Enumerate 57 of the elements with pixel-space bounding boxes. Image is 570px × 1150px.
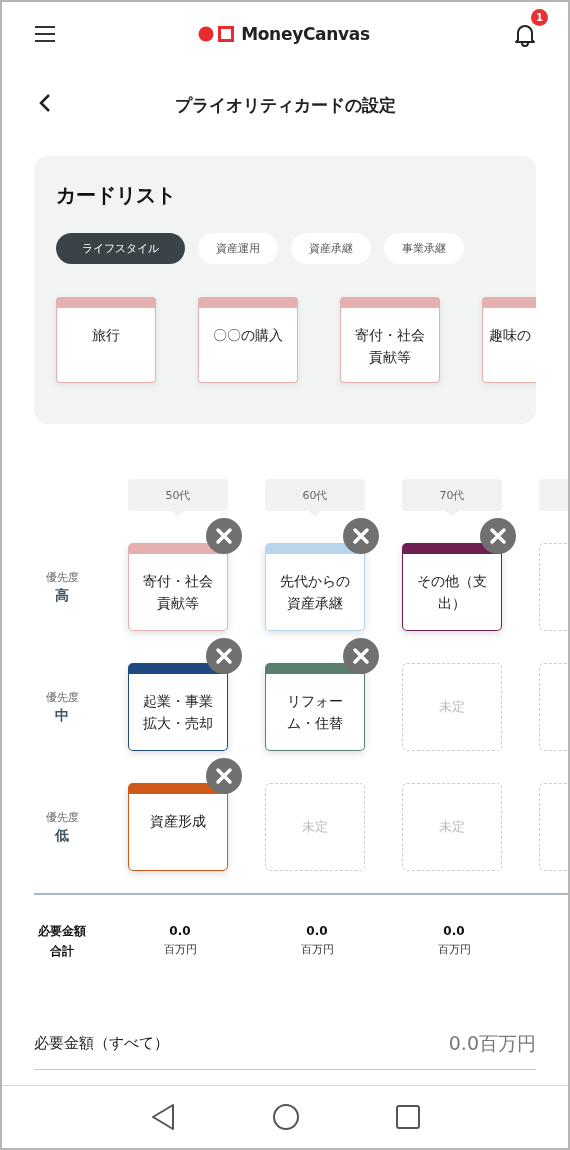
grand-total-value: 0.0百万円 xyxy=(448,1030,536,1056)
menu-icon[interactable] xyxy=(34,25,56,43)
priority-card[interactable]: その他（支出） xyxy=(402,543,502,631)
priority-card[interactable]: 起業・事業拡大・売却 xyxy=(128,663,228,751)
total-unit: 百万円 xyxy=(437,941,471,958)
nav-recents-button[interactable] xyxy=(396,1105,420,1129)
priority-card[interactable]: 寄付・社会貢献等 xyxy=(128,543,228,631)
logo-icon xyxy=(198,26,236,42)
close-icon xyxy=(489,527,507,545)
nav-home-button[interactable] xyxy=(272,1103,300,1131)
home-circle-icon xyxy=(272,1103,300,1131)
close-icon xyxy=(352,647,370,665)
category-tab[interactable]: 資産運用 xyxy=(198,233,278,264)
notification-badge: 1 xyxy=(531,9,548,26)
remove-button[interactable] xyxy=(206,638,242,674)
remove-button[interactable] xyxy=(480,518,516,554)
remove-button[interactable] xyxy=(343,638,379,674)
total-amount: 0.0 xyxy=(169,922,191,940)
life-event-card[interactable]: 寄付・社会貢献等 xyxy=(340,297,440,383)
life-event-card[interactable]: 〇〇の購入 xyxy=(198,297,298,383)
priority-caption: 優先度 xyxy=(45,809,79,825)
remove-button[interactable] xyxy=(343,518,379,554)
total-unit: 百万円 xyxy=(163,941,197,958)
total-unit: 百万円 xyxy=(300,941,334,958)
priority-level: 高 xyxy=(55,586,69,605)
priority-card[interactable]: 先代からの資産承継 xyxy=(265,543,365,631)
close-icon xyxy=(352,527,370,545)
life-event-card[interactable]: 趣味の xyxy=(482,297,536,383)
priority-level: 中 xyxy=(55,706,69,725)
total-amount: 0.0 xyxy=(306,922,328,940)
nav-back-button[interactable] xyxy=(150,1103,176,1131)
page-title: プライオリティカードの設定 xyxy=(174,93,396,117)
triangle-back-icon xyxy=(150,1103,176,1131)
priority-caption: 優先度 xyxy=(45,689,79,705)
priority-caption: 優先度 xyxy=(45,569,79,585)
category-tab[interactable]: 事業承継 xyxy=(384,233,464,264)
age-column-header: 60代 xyxy=(265,479,365,511)
recents-square-icon xyxy=(396,1105,420,1129)
category-tab[interactable]: 資産承継 xyxy=(291,233,371,264)
total-amount: 0.0 xyxy=(443,922,465,940)
close-icon xyxy=(215,647,233,665)
back-icon xyxy=(38,93,52,113)
age-column-header: 50代 xyxy=(128,479,228,511)
grand-total-label: 必要金額（すべて） xyxy=(34,1034,169,1053)
close-icon xyxy=(215,767,233,785)
priority-card[interactable]: リフォーム・住替 xyxy=(265,663,365,751)
priority-level: 低 xyxy=(55,826,69,845)
logo-text: MoneyCanvas xyxy=(241,24,370,44)
category-tab[interactable]: ライフスタイル xyxy=(56,233,185,264)
panel-title: カードリスト xyxy=(56,182,177,209)
remove-button[interactable] xyxy=(206,518,242,554)
priority-card[interactable]: 資産形成 xyxy=(128,783,228,871)
close-icon xyxy=(215,527,233,545)
remove-button[interactable] xyxy=(206,758,242,794)
age-column-header: 70代 xyxy=(402,479,502,511)
life-event-card[interactable]: 旅行 xyxy=(56,297,156,383)
totals-label: 必要金額合計 xyxy=(37,922,87,960)
